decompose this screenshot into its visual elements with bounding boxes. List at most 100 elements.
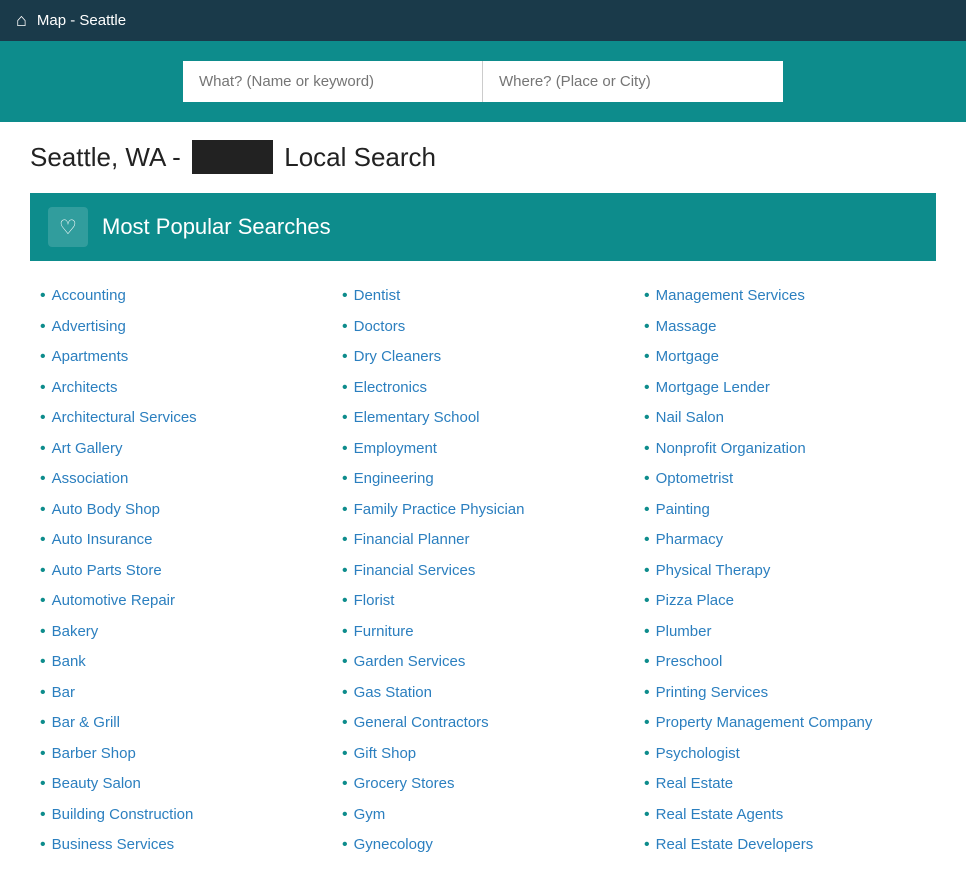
- list-item: Association: [40, 464, 322, 495]
- category-link[interactable]: Automotive Repair: [52, 590, 175, 613]
- list-item: Pharmacy: [644, 525, 926, 556]
- category-link[interactable]: Nail Salon: [656, 407, 724, 430]
- category-link[interactable]: Auto Parts Store: [52, 560, 162, 583]
- category-link[interactable]: Gift Shop: [354, 743, 417, 766]
- category-link[interactable]: Bar & Grill: [52, 712, 120, 735]
- category-link[interactable]: Architectural Services: [52, 407, 197, 430]
- category-link[interactable]: Preschool: [656, 651, 723, 674]
- category-link[interactable]: Architects: [52, 377, 118, 400]
- category-link[interactable]: Mortgage: [656, 346, 719, 369]
- list-item: Apartments: [40, 342, 322, 373]
- category-link[interactable]: Employment: [354, 438, 437, 461]
- category-link[interactable]: Auto Body Shop: [52, 499, 160, 522]
- category-link[interactable]: Financial Planner: [354, 529, 470, 552]
- category-link[interactable]: Art Gallery: [52, 438, 123, 461]
- list-item: Advertising: [40, 312, 322, 343]
- list-item: Psychologist: [644, 739, 926, 770]
- category-link[interactable]: Massage: [656, 316, 717, 339]
- category-link[interactable]: Painting: [656, 499, 710, 522]
- category-link[interactable]: Mortgage Lender: [656, 377, 770, 400]
- heading-prefix: Seattle, WA -: [30, 142, 181, 172]
- heart-icon: ♡: [48, 207, 88, 247]
- list-item: Gym: [342, 800, 624, 831]
- what-input[interactable]: [183, 61, 483, 102]
- list-item: Barber Shop: [40, 739, 322, 770]
- category-link[interactable]: Auto Insurance: [52, 529, 153, 552]
- list-item: Financial Planner: [342, 525, 624, 556]
- category-link[interactable]: Furniture: [354, 621, 414, 644]
- topbar: ⌂ Map - Seattle: [0, 0, 966, 41]
- list-item: Management Services: [644, 281, 926, 312]
- category-link[interactable]: Electronics: [354, 377, 427, 400]
- category-link[interactable]: Garden Services: [354, 651, 466, 674]
- list-item: Printing Services: [644, 678, 926, 709]
- category-link[interactable]: Doctors: [354, 316, 406, 339]
- col2-list: Dentist Doctors Dry Cleaners Electronics Ele…: [342, 281, 624, 861]
- list-item: Bakery: [40, 617, 322, 648]
- category-link[interactable]: Elementary School: [354, 407, 480, 430]
- category-link[interactable]: Real Estate Agents: [656, 804, 784, 827]
- category-link[interactable]: Pharmacy: [656, 529, 724, 552]
- categories: Accounting Advertising Apartments Architect…: [30, 281, 936, 861]
- list-item: Pizza Place: [644, 586, 926, 617]
- category-link[interactable]: Engineering: [354, 468, 434, 491]
- list-item: Auto Insurance: [40, 525, 322, 556]
- list-item: Architectural Services: [40, 403, 322, 434]
- category-link[interactable]: Nonprofit Organization: [656, 438, 806, 461]
- category-link[interactable]: Optometrist: [656, 468, 734, 491]
- category-link[interactable]: Psychologist: [656, 743, 740, 766]
- category-link[interactable]: Family Practice Physician: [354, 499, 525, 522]
- list-item: Bank: [40, 647, 322, 678]
- list-item: Family Practice Physician: [342, 495, 624, 526]
- list-item: Dentist: [342, 281, 624, 312]
- col1-list: Accounting Advertising Apartments Architect…: [40, 281, 322, 861]
- category-link[interactable]: Real Estate: [656, 773, 734, 796]
- col3-list: Management Services Massage Mortgage Mortga…: [644, 281, 926, 861]
- category-link[interactable]: Property Management Company: [656, 712, 873, 735]
- list-item: Architects: [40, 373, 322, 404]
- list-item: Automotive Repair: [40, 586, 322, 617]
- list-item: Electronics: [342, 373, 624, 404]
- category-link[interactable]: Accounting: [52, 285, 126, 308]
- popular-header: ♡ Most Popular Searches: [30, 193, 936, 261]
- popular-title: Most Popular Searches: [102, 214, 331, 240]
- category-link[interactable]: Pizza Place: [656, 590, 734, 613]
- category-link[interactable]: Gym: [354, 804, 386, 827]
- list-item: Florist: [342, 586, 624, 617]
- list-item: Bar: [40, 678, 322, 709]
- list-item: Art Gallery: [40, 434, 322, 465]
- category-link[interactable]: Management Services: [656, 285, 805, 308]
- category-link[interactable]: Financial Services: [354, 560, 476, 583]
- category-link[interactable]: Real Estate Developers: [656, 834, 814, 857]
- where-input[interactable]: [483, 61, 783, 102]
- category-link[interactable]: Florist: [354, 590, 395, 613]
- category-link[interactable]: Beauty Salon: [52, 773, 141, 796]
- category-link[interactable]: Bakery: [52, 621, 99, 644]
- category-link[interactable]: Business Services: [52, 834, 175, 857]
- list-item: Auto Body Shop: [40, 495, 322, 526]
- list-item: Real Estate Agents: [644, 800, 926, 831]
- list-item: Engineering: [342, 464, 624, 495]
- search-section: [0, 41, 966, 122]
- category-link[interactable]: Gynecology: [354, 834, 433, 857]
- category-link[interactable]: Apartments: [52, 346, 129, 369]
- list-item: Financial Services: [342, 556, 624, 587]
- category-column-3: Management Services Massage Mortgage Mortga…: [634, 281, 936, 861]
- category-link[interactable]: Building Construction: [52, 804, 194, 827]
- category-link[interactable]: Barber Shop: [52, 743, 136, 766]
- home-icon[interactable]: ⌂: [16, 10, 27, 31]
- category-link[interactable]: Gas Station: [354, 682, 432, 705]
- category-link[interactable]: Bar: [52, 682, 75, 705]
- category-link[interactable]: Dentist: [354, 285, 401, 308]
- category-link[interactable]: Printing Services: [656, 682, 769, 705]
- category-link[interactable]: Grocery Stores: [354, 773, 455, 796]
- category-link[interactable]: General Contractors: [354, 712, 489, 735]
- category-link[interactable]: Plumber: [656, 621, 712, 644]
- category-link[interactable]: Association: [52, 468, 129, 491]
- list-item: Painting: [644, 495, 926, 526]
- category-link[interactable]: Physical Therapy: [656, 560, 771, 583]
- category-link[interactable]: Advertising: [52, 316, 126, 339]
- category-link[interactable]: Dry Cleaners: [354, 346, 442, 369]
- category-link[interactable]: Bank: [52, 651, 86, 674]
- list-item: Nonprofit Organization: [644, 434, 926, 465]
